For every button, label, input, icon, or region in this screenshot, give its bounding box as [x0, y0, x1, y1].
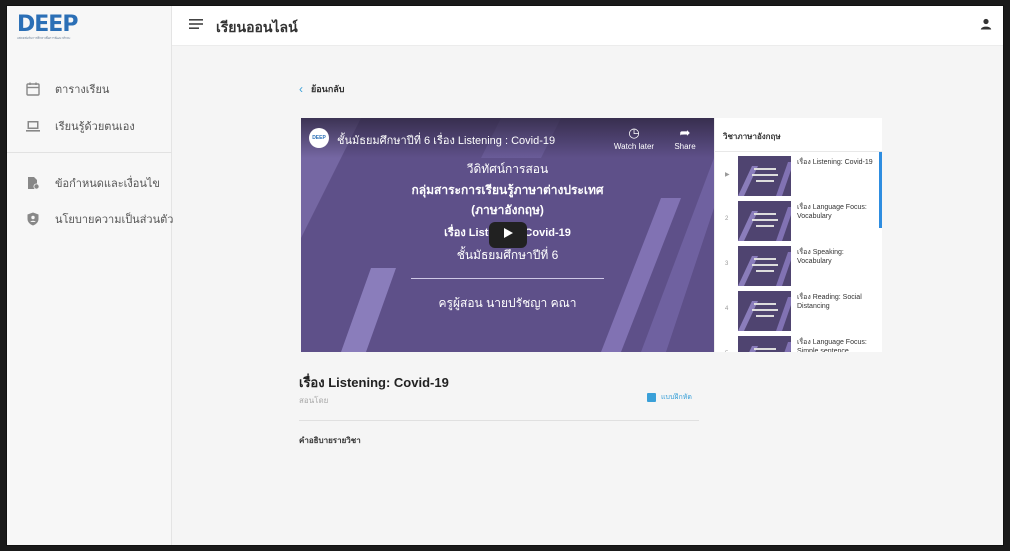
video-title[interactable]: ชั้นมัธยมศึกษาปีที่ 6 เรื่อง Listening :…: [337, 131, 555, 149]
play-button[interactable]: [489, 222, 527, 248]
user-icon: [980, 17, 992, 35]
laptop-icon: [25, 118, 41, 134]
slide-line-6: ครูผู้สอน นายปรัชญา คณา: [438, 296, 577, 310]
slide-line-3: (ภาษาอังกฤษ): [471, 203, 544, 217]
play-icon: [502, 226, 514, 244]
back-label: ย้อนกลับ: [311, 84, 345, 94]
playlist-item-index: 5: [725, 351, 728, 352]
playlist-item[interactable]: 2 เรื่อง Language Focus: Vocabulary: [715, 199, 880, 243]
share-button[interactable]: ➦ Share: [660, 125, 710, 152]
watch-later-label: Watch later: [613, 142, 655, 151]
exercise-link[interactable]: แบบฝึกหัด: [647, 392, 692, 403]
hamburger-menu-button[interactable]: [187, 17, 205, 35]
chevron-left-icon: ‹: [299, 82, 303, 96]
top-app-bar: เรียนออนไลน์: [172, 6, 1003, 46]
video-player[interactable]: DEEP ชั้นมัธยมศึกษาปีที่ 6 เรื่อง Listen…: [301, 118, 714, 352]
playlist-thumbnail: [738, 201, 791, 241]
lesson-title: เรื่อง Listening: Covid-19: [299, 375, 449, 390]
sidebar-item-terms[interactable]: ข้อกำหนดและเงื่อนไข: [25, 173, 160, 193]
sidebar-item-label: เรียนรู้ด้วยตนเอง: [55, 121, 135, 133]
calendar-icon: [25, 81, 41, 97]
deep-logo[interactable]: DEEP แพลตฟอร์มการศึกษาเพื่อการพัฒนาทักษะ: [17, 14, 87, 46]
teacher-label: สอนโดย: [299, 396, 329, 405]
page-title: เรียนออนไลน์: [216, 19, 298, 35]
playlist-thumbnail: [738, 156, 791, 196]
playlist-item-index: 3: [725, 261, 729, 267]
playlist-item-title: เรื่อง Reading: Social Distancing: [797, 294, 862, 310]
sidebar-item-self-learning[interactable]: เรียนรู้ด้วยตนเอง: [25, 116, 135, 136]
playlist-item-index: 2: [725, 216, 729, 222]
channel-logo[interactable]: DEEP: [309, 128, 329, 148]
slide-line-2: กลุ่มสาระการเรียนรู้ภาษาต่างประเทศ: [411, 183, 604, 197]
watch-later-button[interactable]: ◷ Watch later: [609, 125, 659, 152]
playlist-divider: [715, 151, 882, 152]
playlist-item-title: เรื่อง Language Focus: Vocabulary: [797, 204, 867, 220]
content-divider: [299, 420, 699, 421]
playlist-thumbnail: [738, 291, 791, 331]
playlist-item-title: เรื่อง Language Focus: Simple sentence: [797, 339, 867, 352]
sidebar-divider: [7, 152, 172, 153]
slide-divider: [411, 278, 604, 279]
user-account-button[interactable]: [977, 17, 995, 35]
privacy-shield-icon: [25, 211, 41, 227]
logo-text: DEEP: [17, 12, 78, 37]
playlist-panel: วิชาภาษาอังกฤษ ▶ เรื่อง Listening: Covid…: [714, 118, 882, 352]
playlist-item-index: 4: [725, 306, 729, 312]
playlist-thumbnail: [738, 246, 791, 286]
share-arrow-icon: ➦: [679, 125, 691, 140]
slide-line-5: ชั้นมัธยมศึกษาปีที่ 6: [456, 248, 559, 262]
playlist-item[interactable]: ▶ เรื่อง Listening: Covid-19: [715, 154, 880, 198]
description-heading: คำอธิบายรายวิชา: [299, 436, 361, 445]
exercise-label: แบบฝึกหัด: [661, 394, 692, 401]
sidebar-item-label: ข้อกำหนดและเงื่อนไข: [55, 178, 160, 190]
slide-line-1: วีดิทัศน์การสอน: [466, 162, 549, 176]
terms-icon: [25, 175, 41, 191]
app-window: DEEP แพลตฟอร์มการศึกษาเพื่อการพัฒนาทักษะ…: [6, 5, 1004, 546]
playlist-item[interactable]: 5 เรื่อง Language Focus: Simple sentence: [715, 334, 880, 352]
playlist-item[interactable]: 4 เรื่อง Reading: Social Distancing: [715, 289, 880, 333]
playlist-item-title: เรื่อง Speaking: Vocabulary: [797, 249, 844, 265]
sidebar: DEEP แพลตฟอร์มการศึกษาเพื่อการพัฒนาทักษะ…: [7, 6, 173, 545]
playlist-item-title: เรื่อง Listening: Covid-19: [797, 159, 873, 166]
hamburger-icon: [189, 17, 203, 35]
playlist-heading: วิชาภาษาอังกฤษ: [723, 132, 781, 141]
clock-icon: ◷: [628, 125, 640, 140]
sidebar-item-label: ตารางเรียน: [55, 84, 110, 96]
sidebar-item-label: นโยบายความเป็นส่วนตัว: [55, 214, 174, 226]
exercise-icon: [647, 393, 656, 402]
playlist-thumbnail: [738, 336, 791, 352]
playlist-item[interactable]: 3 เรื่อง Speaking: Vocabulary: [715, 244, 880, 288]
sidebar-item-schedule[interactable]: ตารางเรียน: [25, 79, 109, 99]
back-button[interactable]: ‹ ย้อนกลับ: [299, 82, 345, 96]
sidebar-item-privacy[interactable]: นโยบายความเป็นส่วนตัว: [25, 209, 173, 229]
playlist-item-index: ▶: [725, 172, 730, 178]
share-label: Share: [674, 142, 696, 151]
